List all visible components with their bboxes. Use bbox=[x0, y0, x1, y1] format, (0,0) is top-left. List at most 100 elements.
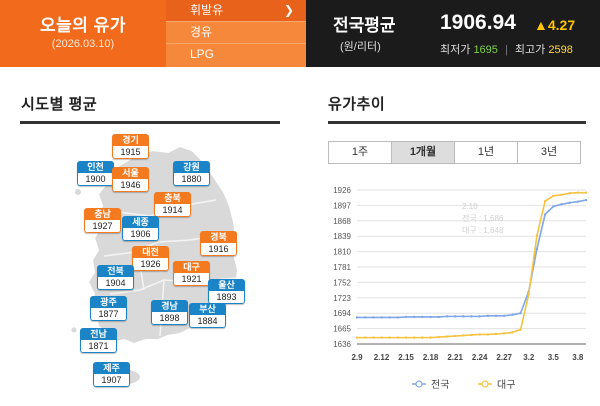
region-value: 1898 bbox=[151, 312, 188, 325]
tab-3year[interactable]: 3년 bbox=[518, 142, 580, 163]
y-tick-label: 1926 bbox=[333, 186, 351, 195]
region-name: 광주 bbox=[90, 296, 127, 308]
region-value: 1914 bbox=[154, 204, 191, 217]
data-point bbox=[421, 315, 424, 319]
page-title: 오늘의 유가 bbox=[40, 16, 126, 35]
data-point bbox=[413, 315, 416, 319]
region-label[interactable]: 인천 1900 bbox=[77, 161, 114, 186]
max-value: 2598 bbox=[548, 44, 573, 56]
island-dot bbox=[71, 327, 77, 333]
region-value: 1915 bbox=[112, 146, 149, 159]
region-label[interactable]: 강원 1880 bbox=[173, 161, 210, 186]
region-label[interactable]: 충북 1914 bbox=[154, 192, 191, 217]
x-tick-label: 3.5 bbox=[548, 353, 560, 362]
national-label: 전국평균 bbox=[333, 16, 396, 35]
x-tick-label: 3.2 bbox=[523, 353, 535, 362]
tooltip-text: 대구 : 1,648 bbox=[462, 226, 504, 235]
divider: | bbox=[504, 44, 508, 56]
data-point bbox=[445, 315, 449, 318]
x-tick-label: 2.12 bbox=[374, 353, 390, 362]
region-label[interactable]: 세종 1906 bbox=[122, 216, 159, 241]
tooltip-text: 2.10 bbox=[462, 202, 478, 211]
tab-gasoline[interactable]: 휘발유 ❯ bbox=[166, 0, 306, 22]
tab-lpg[interactable]: LPG bbox=[166, 44, 306, 67]
region-label[interactable]: 경남 1898 bbox=[151, 300, 188, 325]
fuel-type-tabs: 휘발유 ❯ 경유 LPG bbox=[166, 0, 306, 67]
data-point bbox=[552, 194, 555, 198]
region-label[interactable]: 서울 1946 bbox=[112, 167, 149, 192]
data-point bbox=[486, 314, 490, 318]
x-tick-label: 2.21 bbox=[447, 353, 463, 362]
tab-gasoline-label: 휘발유 bbox=[190, 3, 224, 17]
region-label[interactable]: 전남 1871 bbox=[80, 328, 117, 353]
min-label: 최저가 bbox=[440, 44, 471, 56]
tab-1year[interactable]: 1년 bbox=[455, 142, 518, 163]
data-point bbox=[355, 336, 359, 339]
region-name: 경기 bbox=[112, 134, 149, 146]
chevron-right-icon: ❯ bbox=[283, 3, 294, 17]
period-tabs: 1주 1개월 1년 3년 bbox=[328, 141, 581, 164]
data-point bbox=[470, 315, 473, 318]
data-point bbox=[437, 335, 440, 339]
region-name: 서울 bbox=[112, 167, 149, 179]
tab-lpg-label: LPG bbox=[190, 47, 215, 61]
region-label[interactable]: 경북 1916 bbox=[200, 231, 237, 256]
region-label[interactable]: 전북 1904 bbox=[97, 265, 134, 290]
region-name: 인천 bbox=[77, 161, 114, 173]
region-label[interactable]: 제주 1907 bbox=[93, 362, 130, 387]
data-point bbox=[560, 193, 563, 196]
data-point bbox=[584, 198, 588, 202]
y-tick-label: 1839 bbox=[333, 232, 351, 241]
region-label[interactable]: 대구 1921 bbox=[173, 261, 210, 286]
region-name: 경북 bbox=[200, 231, 237, 243]
region-label[interactable]: 광주 1877 bbox=[90, 296, 127, 321]
data-point bbox=[535, 247, 539, 251]
tab-diesel[interactable]: 경유 bbox=[166, 22, 306, 44]
data-point bbox=[355, 316, 359, 319]
legend-label: 대구 bbox=[497, 379, 515, 391]
min-value: 1695 bbox=[473, 44, 498, 56]
region-label[interactable]: 대전 1926 bbox=[132, 246, 169, 271]
page: 오늘의 유가 (2026.03.10) 휘발유 ❯ 경유 LPG 전국평균 (원… bbox=[0, 0, 600, 406]
data-point bbox=[396, 316, 400, 319]
region-name: 충남 bbox=[84, 208, 121, 220]
data-point bbox=[568, 201, 571, 204]
region-label[interactable]: 부산 1884 bbox=[189, 303, 226, 328]
island-dot bbox=[75, 189, 81, 195]
data-point bbox=[527, 292, 530, 296]
tab-1month[interactable]: 1개월 bbox=[392, 142, 455, 163]
y-tick-label: 1694 bbox=[333, 309, 351, 318]
region-label[interactable]: 경기 1915 bbox=[112, 134, 149, 159]
data-point bbox=[404, 315, 408, 319]
data-point bbox=[576, 191, 580, 194]
data-point bbox=[494, 314, 498, 318]
region-value: 1904 bbox=[97, 277, 134, 290]
region-value: 1906 bbox=[122, 228, 159, 241]
date-label: (2026.03.10) bbox=[51, 38, 115, 50]
data-point bbox=[421, 336, 424, 339]
data-point bbox=[363, 336, 367, 339]
data-point bbox=[437, 315, 440, 319]
legend-marker bbox=[415, 380, 423, 388]
data-point bbox=[494, 332, 498, 336]
data-point bbox=[584, 191, 588, 194]
data-point bbox=[462, 315, 465, 318]
chart-svg: 1636 1665 1694 1723 1752 1781 1810 1839 1868 1897… bbox=[333, 186, 588, 391]
region-name: 제주 bbox=[93, 362, 130, 374]
data-point bbox=[535, 234, 539, 237]
data-point bbox=[404, 336, 408, 339]
region-label[interactable]: 울산 1893 bbox=[208, 279, 245, 304]
region-label[interactable]: 충남 1927 bbox=[84, 208, 121, 233]
x-tick-label: 2.9 bbox=[351, 353, 363, 362]
region-name: 울산 bbox=[208, 279, 245, 291]
header: 오늘의 유가 (2026.03.10) 휘발유 ❯ 경유 LPG 전국평균 (원… bbox=[0, 0, 600, 67]
data-point bbox=[453, 334, 457, 338]
region-value: 1871 bbox=[80, 340, 117, 353]
data-point bbox=[363, 316, 367, 319]
tab-1week[interactable]: 1주 bbox=[329, 142, 392, 163]
tab-diesel-label: 경유 bbox=[190, 25, 213, 39]
data-point bbox=[543, 199, 547, 203]
region-name: 전남 bbox=[80, 328, 117, 340]
data-point bbox=[543, 213, 547, 216]
y-tick-label: 1868 bbox=[333, 217, 351, 226]
